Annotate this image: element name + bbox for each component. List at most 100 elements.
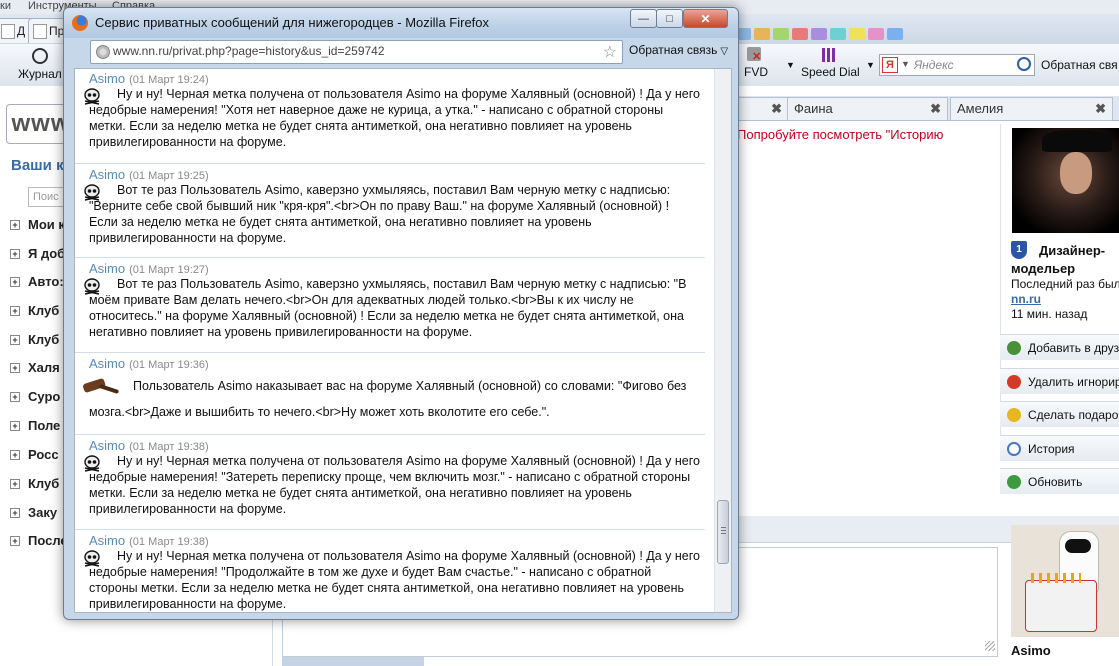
journal-button[interactable]: Журнал <box>18 67 62 81</box>
history-icon <box>1007 442 1021 456</box>
skull-icon <box>84 88 100 105</box>
gavel-icon <box>83 378 119 394</box>
fvd-button[interactable]: FVD <box>744 65 768 79</box>
sidebar-group-item[interactable]: + Клуб <box>10 332 59 347</box>
window-titlebar[interactable]: Сервис приватных сообщений для нижегород… <box>64 8 738 38</box>
gift-icon <box>1007 408 1021 422</box>
sidebar-group-item[interactable]: + Клуб <box>10 476 59 491</box>
minimize-button[interactable]: — <box>630 9 657 28</box>
speed-dial-button[interactable]: Speed Dial <box>801 65 860 79</box>
expand-icon: + <box>10 508 20 518</box>
expand-icon: + <box>10 220 20 230</box>
yandex-search-input[interactable]: Я ▼ Яндекс <box>879 54 1035 76</box>
message-date: (01 Март 19:25) <box>129 170 209 182</box>
sidebar-group-item[interactable]: + Авто: <box>10 274 64 289</box>
vertical-scrollbar[interactable] <box>714 69 731 612</box>
bookmark-star-icon[interactable]: ☆ <box>603 42 617 62</box>
message-date: (01 Март 19:38) <box>129 441 209 453</box>
sidebar-group-item[interactable]: + Суро <box>10 389 60 404</box>
speed-dial-icon <box>822 48 836 62</box>
dropdown-icon[interactable]: ▼ <box>901 59 910 69</box>
skull-icon <box>84 184 100 201</box>
last-visit-time: 11 мин. назад <box>1011 307 1088 321</box>
message-list: Asimo (01 Март 19:24) Ну и ну! Черная мет… <box>75 69 705 612</box>
expand-icon: + <box>10 479 20 489</box>
menu-item[interactable]: ки <box>0 0 11 12</box>
expand-icon: + <box>10 536 20 546</box>
close-icon[interactable]: ✖ <box>930 98 941 120</box>
skull-icon <box>84 550 100 567</box>
history-button[interactable]: История <box>1000 435 1119 461</box>
message-text: Вот те раз Пользователь Asimo, каверзно … <box>89 277 687 339</box>
dropdown-icon[interactable]: ▼ <box>786 60 795 70</box>
resize-grip-icon[interactable] <box>985 641 995 651</box>
site-link[interactable]: nn.ru <box>1011 292 1041 306</box>
message-author[interactable]: Asimo <box>89 167 125 182</box>
asimo-photo[interactable] <box>1011 525 1119 637</box>
dropdown-icon[interactable]: ▼ <box>866 60 875 70</box>
profile-photo[interactable] <box>1012 128 1119 233</box>
message-date: (01 Март 19:38) <box>129 536 209 548</box>
expand-icon: + <box>10 363 20 373</box>
add-friend-button[interactable]: Добавить в друз <box>1000 334 1119 360</box>
chevron-down-icon: ▽ <box>720 46 729 57</box>
contacts-heading: Ваши к <box>11 157 64 174</box>
message-text: Вот те раз Пользователь Asimo, каверзно … <box>89 183 671 245</box>
maximize-button[interactable]: □ <box>656 9 683 28</box>
globe-icon <box>96 45 110 59</box>
expand-icon: + <box>10 249 20 259</box>
close-button[interactable]: ✕ <box>683 9 728 28</box>
list-item: Asimo (01 Март 19:38) Ну и ну! Черная мет… <box>75 530 705 612</box>
message-date: (01 Март 19:24) <box>129 74 209 86</box>
firefox-icon <box>72 15 88 31</box>
gift-button[interactable]: Сделать подарок <box>1000 401 1119 427</box>
search-icon[interactable] <box>1017 57 1031 71</box>
message-author[interactable]: Asimo <box>89 533 125 548</box>
sidebar-group-item[interactable]: + Халя <box>10 360 60 375</box>
address-bar[interactable]: www.nn.ru/privat.php?page=history&us_id=… <box>90 40 623 64</box>
bottom-profile-name[interactable]: Asimo <box>1011 643 1051 658</box>
close-icon[interactable]: ✖ <box>771 98 782 120</box>
refresh-button[interactable]: Обновить <box>1000 468 1119 494</box>
chat-tab-faina[interactable]: Фаина ✖ <box>787 97 948 121</box>
expand-icon: + <box>10 306 20 316</box>
add-friend-icon <box>1007 341 1021 355</box>
scrollbar-thumb[interactable] <box>717 500 729 564</box>
message-author[interactable]: Asimo <box>89 261 125 276</box>
sidebar-group-item[interactable]: + Мои к <box>10 217 65 232</box>
url-text[interactable]: www.nn.ru/privat.php?page=history&us_id=… <box>113 44 385 58</box>
private-messages-window: Сервис приватных сообщений для нижегород… <box>63 7 739 620</box>
expand-icon: + <box>10 392 20 402</box>
last-visit-label: Последний раз был <box>1011 277 1119 291</box>
chat-tab[interactable]: ✖ <box>737 97 789 121</box>
expand-icon: + <box>10 421 20 431</box>
sidebar-group-item[interactable]: + После <box>10 533 68 548</box>
sidebar-group-item[interactable]: + Я доб <box>10 246 65 261</box>
message-text: Ну и ну! Черная метка получена от пользо… <box>89 549 700 611</box>
window-title: Сервис приватных сообщений для нижегород… <box>95 15 490 30</box>
message-text: Ну и ну! Черная метка получена от пользо… <box>89 87 700 149</box>
toolbar-color-icons <box>735 28 1035 44</box>
expand-icon: + <box>10 450 20 460</box>
message-author[interactable]: Asimo <box>89 438 125 453</box>
feedback-link[interactable]: Обратная свя <box>1041 58 1118 72</box>
feedback-menu[interactable]: Обратная связь ▽ <box>629 43 728 57</box>
list-item: Asimo (01 Март 19:36) Пользователь Asimo … <box>75 353 705 435</box>
sidebar-group-item[interactable]: + Поле <box>10 418 60 433</box>
refresh-icon <box>1007 475 1021 489</box>
sidebar-group-item[interactable]: + Заку <box>10 505 57 520</box>
history-hint: Попробуйте посмотреть "Историю <box>737 127 944 142</box>
message-author[interactable]: Asimo <box>89 71 125 86</box>
list-item: Asimo (01 Март 19:25) Вот те раз Пользова… <box>75 164 705 258</box>
sidebar-group-item[interactable]: + Росс <box>10 447 59 462</box>
message-author[interactable]: Asimo <box>89 356 125 371</box>
sidebar-group-item[interactable]: + Клуб <box>10 303 59 318</box>
journal-clock-icon <box>32 48 48 64</box>
send-area <box>282 657 424 666</box>
chat-tab-amelia[interactable]: Амелия ✖ <box>950 97 1113 121</box>
close-icon[interactable]: ✖ <box>1095 98 1106 120</box>
yandex-icon: Я <box>882 57 898 73</box>
profile-name[interactable]: Дизайнер-модельер <box>1011 242 1119 278</box>
list-item: Asimo (01 Март 19:38) Ну и ну! Черная мет… <box>75 435 705 530</box>
remove-ignore-button[interactable]: Удалить игнорир <box>1000 368 1119 394</box>
